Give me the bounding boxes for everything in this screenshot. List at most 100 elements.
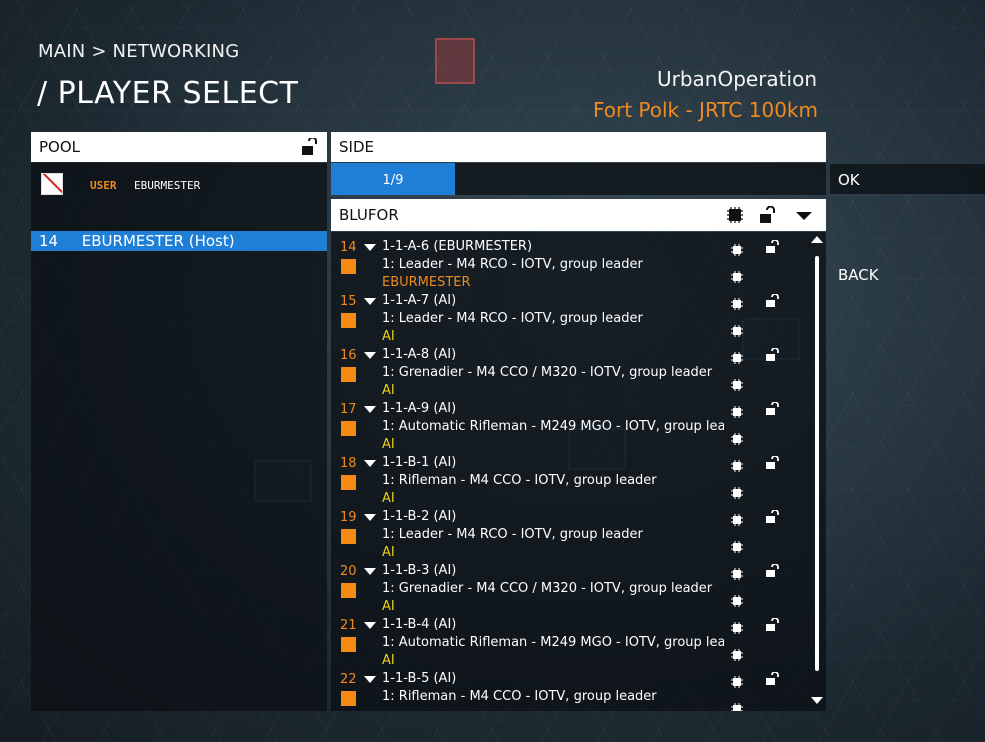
ai-chip-icon[interactable] [731, 322, 743, 337]
unlock-icon[interactable] [760, 205, 775, 224]
page-title: / PLAYER SELECT [37, 76, 299, 111]
slot-number: 15 [340, 294, 357, 309]
slot-role: 1: Grenadier - M4 CCO / M320 - IOTV, gro… [382, 365, 713, 380]
slot-list[interactable]: 14 1-1-A-6 (EBURMESTER) 1: Leader - M4 R… [331, 232, 826, 711]
ai-chip-icon[interactable] [731, 565, 743, 580]
ai-chip-icon[interactable] [731, 646, 743, 661]
slot-name: 1-1-B-1 (AI) [382, 455, 457, 470]
ai-chip-icon[interactable] [731, 673, 743, 688]
user-label: USER [90, 179, 117, 192]
unlock-icon[interactable] [765, 455, 781, 473]
ai-chip-icon[interactable] [731, 700, 743, 711]
ai-chip-icon[interactable] [731, 241, 743, 256]
expand-triangle-icon[interactable] [364, 622, 376, 629]
scroll-down-icon[interactable] [811, 697, 823, 704]
side-tab-1[interactable]: 1/9 [331, 163, 455, 195]
expand-triangle-icon[interactable] [364, 676, 376, 683]
user-row[interactable]: USER EBURMESTER [41, 171, 311, 195]
slot-color-square [341, 259, 356, 274]
pool-header: POOL [31, 132, 327, 162]
slot-role: 1: Grenadier - M4 CCO / M320 - IOTV, gro… [382, 581, 713, 596]
slot-color-square [341, 583, 356, 598]
slot-role: 1: Rifleman - M4 CCO - IOTV, group leade… [382, 689, 657, 704]
slot-row[interactable]: 17 1-1-A-9 (AI) 1: Automatic Rifleman - … [331, 396, 811, 452]
unlock-icon[interactable] [765, 617, 781, 635]
chevron-down-icon[interactable] [796, 212, 812, 220]
back-button[interactable]: BACK [830, 259, 985, 289]
slot-number: 22 [340, 672, 357, 687]
scroll-thumb[interactable] [815, 256, 819, 671]
slot-number: 14 [340, 240, 357, 255]
unlock-icon[interactable] [301, 136, 317, 156]
slot-row[interactable]: 20 1-1-B-3 (AI) 1: Grenadier - M4 CCO / … [331, 558, 811, 614]
scroll-up-icon[interactable] [811, 236, 823, 243]
ai-chip-icon[interactable] [731, 511, 743, 526]
unlock-icon[interactable] [765, 239, 781, 257]
user-flag-icon [41, 173, 63, 195]
ai-chip-icon[interactable] [731, 295, 743, 310]
ok-button[interactable]: OK [830, 164, 985, 194]
unlock-icon[interactable] [765, 671, 781, 689]
ai-chip-icon[interactable] [731, 619, 743, 634]
slot-number: 18 [340, 456, 357, 471]
ai-chip-icon[interactable] [731, 457, 743, 472]
expand-triangle-icon[interactable] [364, 244, 376, 251]
slot-name: 1-1-B-2 (AI) [382, 509, 457, 524]
slot-role: 1: Leader - M4 RCO - IOTV, group leader [382, 527, 643, 542]
scrollbar[interactable] [811, 236, 823, 706]
unlock-icon[interactable] [765, 347, 781, 365]
slot-row[interactable]: 15 1-1-A-7 (AI) 1: Leader - M4 RCO - IOT… [331, 288, 811, 344]
background-emblem-icon [435, 38, 475, 84]
slot-name: 1-1-B-3 (AI) [382, 563, 457, 578]
ai-chip-icon[interactable] [731, 592, 743, 607]
ai-chip-icon[interactable] [731, 376, 743, 391]
side-tabs: 1/9 [331, 163, 826, 195]
unlock-icon[interactable] [765, 293, 781, 311]
slot-color-square [341, 367, 356, 382]
ai-chip-icon[interactable] [731, 484, 743, 499]
expand-triangle-icon[interactable] [364, 406, 376, 413]
expand-triangle-icon[interactable] [364, 460, 376, 467]
slot-role: 1: Automatic Rifleman - M249 MGO - IOTV,… [382, 419, 724, 434]
slot-row[interactable]: 14 1-1-A-6 (EBURMESTER) 1: Leader - M4 R… [331, 234, 811, 290]
expand-triangle-icon[interactable] [364, 514, 376, 521]
slot-role: 1: Leader - M4 RCO - IOTV, group leader [382, 257, 643, 272]
unlock-icon[interactable] [765, 509, 781, 527]
ai-chip-icon[interactable] [727, 207, 743, 223]
unlock-icon[interactable] [765, 401, 781, 419]
slot-name: 1-1-A-9 (AI) [382, 401, 457, 416]
slot-name: 1-1-A-6 (EBURMESTER) [382, 239, 533, 254]
slot-row[interactable]: 22 1-1-B-5 (AI) 1: Rifleman - M4 CCO - I… [331, 666, 811, 711]
mission-map: Fort Polk - JRTC 100km [592, 98, 818, 122]
pool-player-name: EBURMESTER (Host) [81, 232, 235, 250]
ai-chip-icon[interactable] [731, 538, 743, 553]
slot-number: 17 [340, 402, 357, 417]
slot-role: 1: Rifleman - M4 CCO - IOTV, group leade… [382, 473, 657, 488]
slot-name: 1-1-A-7 (AI) [382, 293, 457, 308]
pool-player-item[interactable]: 14 EBURMESTER (Host) [31, 231, 327, 251]
slot-number: 20 [340, 564, 357, 579]
ai-chip-icon[interactable] [731, 268, 743, 283]
faction-title: BLUFOR [339, 206, 399, 224]
slot-color-square [341, 637, 356, 652]
slot-color-square [341, 529, 356, 544]
slot-row[interactable]: 16 1-1-A-8 (AI) 1: Grenadier - M4 CCO / … [331, 342, 811, 398]
faction-header: BLUFOR [331, 199, 826, 231]
slot-row[interactable]: 18 1-1-B-1 (AI) 1: Rifleman - M4 CCO - I… [331, 450, 811, 506]
slot-number: 16 [340, 348, 357, 363]
expand-triangle-icon[interactable] [364, 568, 376, 575]
slot-row[interactable]: 21 1-1-B-4 (AI) 1: Automatic Rifleman - … [331, 612, 811, 668]
slot-color-square [341, 313, 356, 328]
slot-row[interactable]: 19 1-1-B-2 (AI) 1: Leader - M4 RCO - IOT… [331, 504, 811, 560]
expand-triangle-icon[interactable] [364, 298, 376, 305]
expand-triangle-icon[interactable] [364, 352, 376, 359]
user-name: EBURMESTER [134, 179, 201, 192]
ai-chip-icon[interactable] [731, 430, 743, 445]
ai-chip-icon[interactable] [731, 349, 743, 364]
breadcrumb: MAIN > NETWORKING [38, 41, 240, 62]
ai-chip-icon[interactable] [731, 403, 743, 418]
unlock-icon[interactable] [765, 563, 781, 581]
slot-color-square [341, 691, 356, 706]
slot-number: 21 [340, 618, 357, 633]
slot-role: 1: Leader - M4 RCO - IOTV, group leader [382, 311, 643, 326]
